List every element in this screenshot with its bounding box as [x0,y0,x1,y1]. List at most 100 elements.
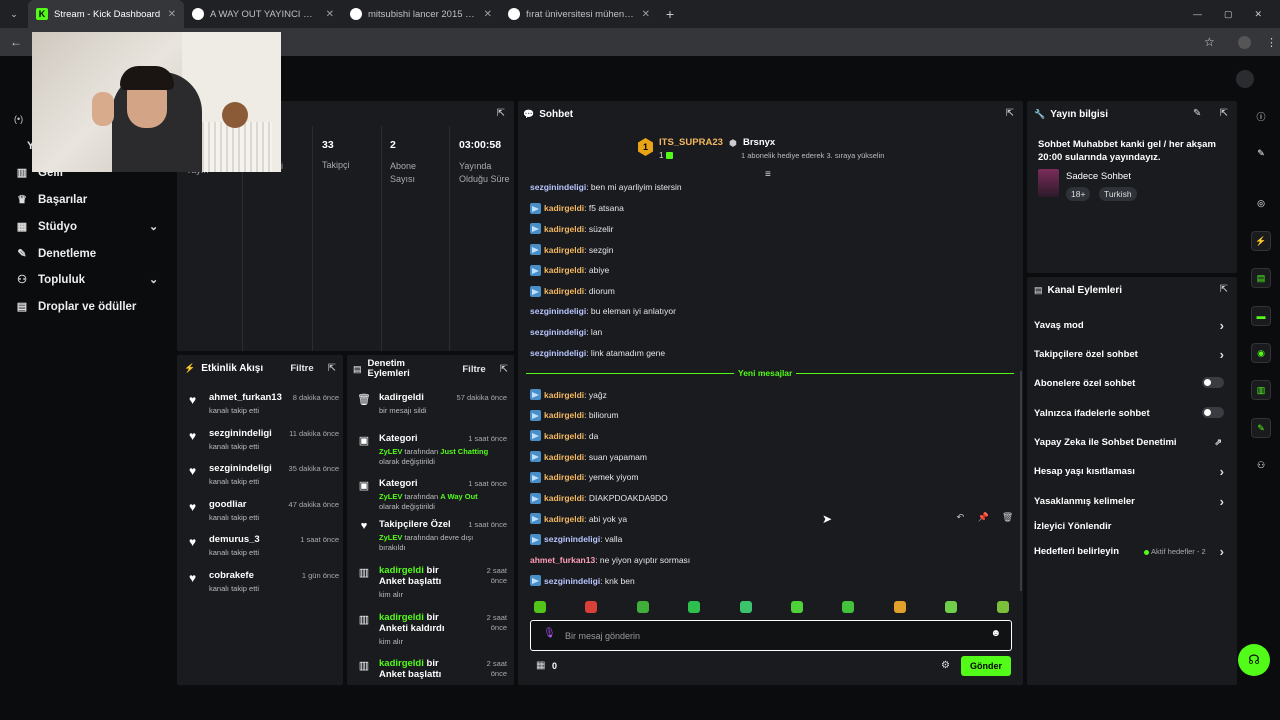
activity-username[interactable]: sezginindeligi [209,463,272,474]
popout-icon[interactable]: ⇱ [328,363,336,374]
chat-message[interactable]: sezginindeligi: valla [530,533,622,545]
moderation-item[interactable]: ♥ Takipçilere Özel 1 saat önce ZyLEV tarafı… [355,519,507,559]
chat-username[interactable]: sezginindeligi [544,534,600,544]
back-arrow-icon[interactable]: ← [10,35,22,49]
activity-item[interactable]: ♥ ahmet_furkan13 8 dakika önce kanalı takip… [185,392,339,422]
emote-icon[interactable] [996,601,1009,613]
edit-pencil-icon[interactable]: ✎ [1193,108,1201,119]
channel-action-item[interactable]: Abonelere özel sohbet [1034,377,1230,392]
send-button[interactable]: Gönder [961,656,1011,676]
chat-message[interactable]: kadirgeldi: sezgin [530,244,613,256]
moderation-actor[interactable]: kadirgeldi [379,565,424,576]
moderation-item[interactable]: ▣ Kategori 1 saat önce ZyLEV tarafından A W… [355,478,507,518]
channel-action-item[interactable]: Yasaklanmış kelimeler › [1034,494,1230,510]
moderation-item[interactable]: ▥ kadirgeldi bir Anket başlattı 2 saat önc… [355,658,507,685]
edit-pencil-icon[interactable]: ✎ [1251,144,1271,164]
moderation-actor[interactable]: ZyLEV [379,492,402,501]
chat-username[interactable]: kadirgeldi [544,493,584,503]
menu-dots-icon[interactable]: ⋮ [1266,36,1277,49]
message-input[interactable]: 🎙 Bir mesaj gönderin ☻ [530,620,1012,651]
activity-username[interactable]: goodliar [209,499,246,510]
emote-icon[interactable] [893,601,906,613]
scrollbar[interactable] [1020,371,1022,591]
moderation-item[interactable]: 🗑 kadirgeldi 57 dakika önce bir mesajı sild… [355,392,507,432]
close-icon[interactable]: ✕ [168,9,176,20]
channel-action-item[interactable]: Hedefleri belirleyin › Aktif hedefler - 2 [1034,544,1230,560]
chat-message[interactable]: kadirgeldi: yemek yiyom [530,471,638,483]
trash-icon[interactable]: 🗑 [1002,512,1013,523]
emote-icon[interactable] [739,601,752,613]
popout-icon[interactable]: ⇱ [500,364,508,375]
emote-icon[interactable] [842,601,855,613]
activity-username[interactable]: cobrakefe [209,570,254,581]
toggle-switch[interactable] [1202,377,1224,388]
moderation-actor[interactable]: kadirgeldi [379,658,424,669]
chat-username[interactable]: kadirgeldi [544,410,584,420]
toggle-switch[interactable] [1202,407,1224,418]
pinned-collapse-icon[interactable]: ≡ [765,169,771,180]
popout-icon[interactable]: ⇱ [1006,108,1014,119]
moderation-actor[interactable]: ZyLEV [379,447,402,456]
chat-message[interactable]: kadirgeldi: süzelir [530,223,613,235]
support-button[interactable]: ☊ [1238,644,1270,676]
chat-message[interactable]: kadirgeldi: abi yok ya [530,513,627,525]
chat-message[interactable]: kadirgeldi: f5 atsana [530,202,624,214]
chat-icon[interactable]: ▬ [1251,306,1271,326]
chat-message[interactable]: kadirgeldi: biliorum [530,409,619,421]
store-icon[interactable]: ▦ [536,660,545,671]
tab-a-way-out[interactable]: A WAY OUT YAYINCI MODU - G ✕ [184,0,342,28]
channel-action-item[interactable]: Yavaş mod › [1034,318,1230,334]
moderation-item[interactable]: ▣ Kategori 1 saat önce ZyLEV tarafından Jus… [355,433,507,473]
close-icon[interactable]: ✕ [484,9,492,20]
close-window-icon[interactable]: ✕ [1254,9,1262,20]
info-icon[interactable]: ⓘ [1251,108,1271,128]
sidebar-collapse-icon[interactable]: (•) [14,114,23,124]
emote-icon[interactable] [534,601,546,613]
activity-item[interactable]: ♥ sezginindeligi 11 dakika önce kanalı taki… [185,428,339,458]
chat-username[interactable]: kadirgeldi [544,452,584,462]
chat-message[interactable]: ahmet_furkan13: ne yiyon ayıptır sorması [530,555,690,565]
popout-icon[interactable]: ⇱ [1220,108,1228,119]
moderation-actor[interactable]: kadirgeldi [379,612,424,623]
mic-icon[interactable]: 🎙 [543,628,556,639]
moderation-item[interactable]: ▥ kadirgeldi bir Anketi kaldırdı 2 saat ön… [355,612,507,652]
chat-message[interactable]: sezginindeligi: knk ben [530,575,635,587]
broadcast-icon[interactable]: ◉ [1251,343,1271,363]
community-icon[interactable]: ⚇ [1251,456,1271,476]
channel-action-item[interactable]: Yapay Zeka ile Sohbet Denetimi ⇗ [1034,437,1230,451]
activity-filter-button[interactable]: Filtre [290,363,313,374]
tab-mitsubishi[interactable]: mitsubishi lancer 2015 - Googl ✕ [342,0,500,28]
chat-username[interactable]: sezginindeligi [530,306,586,316]
chat-settings-gear-icon[interactable]: ⚙ [941,660,950,671]
sidebar-item-basarilar[interactable]: ♛ Başarılar [16,193,87,207]
chat-username[interactable]: kadirgeldi [544,390,584,400]
chat-username[interactable]: kadirgeldi [544,472,584,482]
chat-username[interactable]: sezginindeligi [530,182,586,192]
chat-message[interactable]: sezginindeligi: lan [530,327,602,337]
close-icon[interactable]: ✕ [642,9,650,20]
chat-message[interactable]: kadirgeldi: diorum [530,285,615,297]
sidebar-item-topluluk[interactable]: ⚇ Topluluk ⌄ [16,273,158,287]
chat-message[interactable]: kadirgeldi: da [530,430,598,442]
chat-message[interactable]: sezginindeligi: link atamadım gene [530,348,665,358]
emote-icon[interactable] [636,601,649,613]
emote-icon[interactable] [585,601,598,613]
profile-avatar-icon[interactable] [1238,35,1251,49]
activity-username[interactable]: demurus_3 [209,534,260,545]
moderation-filter-button[interactable]: Filtre [462,364,485,375]
channel-action-item[interactable]: Hesap yaşı kısıtlaması › [1034,464,1230,480]
layout-icon[interactable]: ▥ [1251,380,1271,400]
user-avatar[interactable] [1236,70,1254,88]
chat-message[interactable]: kadirgeldi: yağz [530,389,607,400]
tab-kick-dashboard[interactable]: K Stream - Kick Dashboard ✕ [28,0,184,28]
pin-icon[interactable]: 📌 [977,512,988,523]
activity-item[interactable]: ♥ cobrakefe 1 gün önce kanalı takip etti [185,570,339,600]
emote-icon[interactable] [791,601,803,613]
activity-username[interactable]: ahmet_furkan13 [209,392,282,403]
channel-action-item[interactable]: İzleyici Yönlendir [1034,521,1230,535]
chat-username[interactable]: kadirgeldi [544,203,584,213]
chat-username[interactable]: kadirgeldi [544,265,584,275]
tab-search-button[interactable]: ⌄ [0,0,28,28]
focus-icon[interactable]: ◎ [1251,194,1271,214]
notes-icon[interactable]: ▤ [1251,268,1271,288]
